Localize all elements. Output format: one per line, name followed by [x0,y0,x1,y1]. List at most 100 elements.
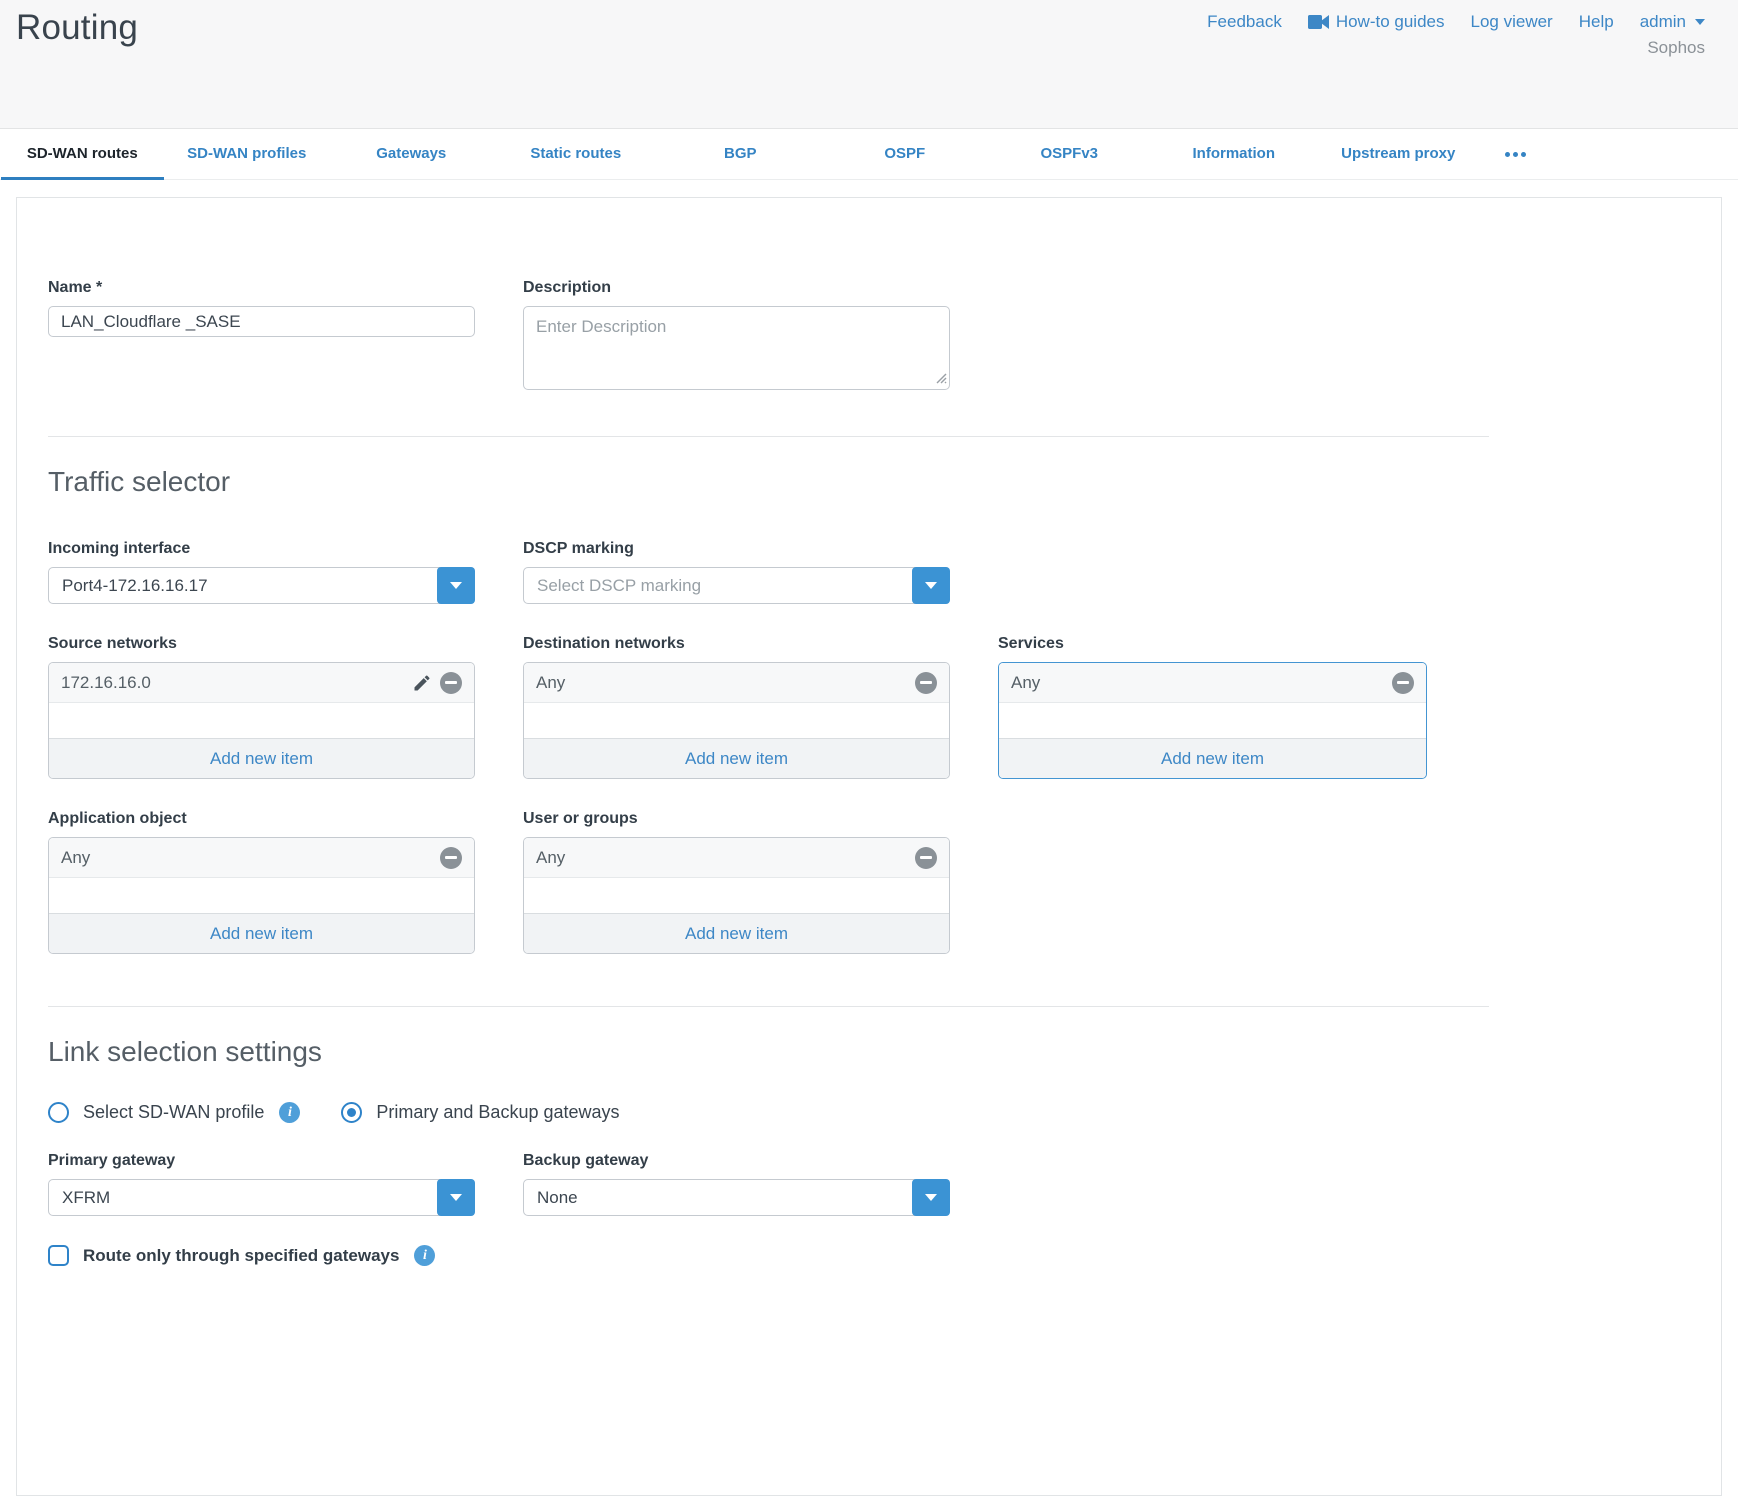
list-empty-area [524,703,949,738]
tab-static-routes[interactable]: Static routes [494,129,659,179]
application-object-box: Any Add new item [48,837,475,954]
list-item-label: Any [1011,673,1392,693]
list-empty-area [524,878,949,913]
help-label: Help [1579,12,1614,32]
admin-label: admin [1640,12,1686,32]
list-item: Any [49,838,474,878]
link-selection-heading: Link selection settings [48,1036,1690,1068]
more-dots-icon [1505,152,1510,157]
route-only-checkbox[interactable] [48,1245,69,1266]
chevron-down-icon [925,582,937,589]
top-nav: Feedback How-to guides Log viewer Help a… [1207,12,1705,32]
log-viewer-link[interactable]: Log viewer [1471,12,1553,32]
remove-icon[interactable] [915,847,937,869]
list-item: 172.16.16.0 [49,663,474,703]
sd-wan-route-form-panel: Name * Description Traffic selector Inco… [16,197,1722,1496]
chevron-down-icon [450,582,462,589]
primary-gateway-value: XFRM [49,1180,474,1215]
add-new-item-button[interactable]: Add new item [49,913,474,953]
services-label: Services [998,635,1427,653]
page-title: Routing [16,8,138,48]
traffic-selector-heading: Traffic selector [48,466,1690,498]
more-dots-icon [1521,152,1526,157]
name-input[interactable] [48,306,475,337]
dropdown-button[interactable] [912,1179,950,1216]
list-item-label: Any [536,848,915,868]
howto-guides-link[interactable]: How-to guides [1308,12,1445,32]
feedback-link[interactable]: Feedback [1207,12,1282,32]
remove-icon[interactable] [440,847,462,869]
tab-information[interactable]: Information [1152,129,1317,179]
tab-ospfv3[interactable]: OSPFv3 [987,129,1152,179]
dropdown-button[interactable] [437,567,475,604]
feedback-label: Feedback [1207,12,1282,32]
list-item: Any [999,663,1426,703]
radio-primary-backup-gateways[interactable] [341,1102,362,1123]
dscp-marking-placeholder: Select DSCP marking [524,568,949,603]
log-viewer-label: Log viewer [1471,12,1553,32]
chevron-down-icon [1695,19,1705,25]
list-empty-area [49,878,474,913]
description-label: Description [523,279,950,297]
list-item: Any [524,663,949,703]
tab-gateways[interactable]: Gateways [329,129,494,179]
top-header: Routing Feedback How-to guides Log viewe… [0,0,1738,128]
chevron-down-icon [450,1194,462,1201]
backup-gateway-select[interactable]: None [523,1179,950,1216]
application-object-label: Application object [48,810,475,828]
add-new-item-button[interactable]: Add new item [524,738,949,778]
list-item: Any [524,838,949,878]
radio-primary-backup-gateways-label: Primary and Backup gateways [376,1102,619,1123]
description-field-group: Description [523,279,950,395]
tab-bgp[interactable]: BGP [658,129,823,179]
primary-gateway-select[interactable]: XFRM [48,1179,475,1216]
tab-ospf[interactable]: OSPF [823,129,988,179]
add-new-item-button[interactable]: Add new item [524,913,949,953]
services-box: Any Add new item [998,662,1427,779]
remove-icon[interactable] [915,672,937,694]
incoming-interface-value: Port4-172.16.16.17 [49,568,474,603]
info-icon[interactable]: i [414,1245,435,1266]
dscp-marking-select[interactable]: Select DSCP marking [523,567,950,604]
radio-select-sd-wan-profile-label: Select SD-WAN profile [83,1102,264,1123]
source-networks-box: 172.16.16.0 Add new item [48,662,475,779]
incoming-interface-label: Incoming interface [48,540,475,558]
user-or-groups-box: Any Add new item [523,837,950,954]
radio-select-sd-wan-profile[interactable] [48,1102,69,1123]
more-dots-icon [1513,152,1518,157]
howto-guides-label: How-to guides [1336,12,1445,32]
list-empty-area [49,703,474,738]
source-networks-label: Source networks [48,635,475,653]
tab-upstream-proxy[interactable]: Upstream proxy [1316,129,1481,179]
user-or-groups-label: User or groups [523,810,950,828]
tab-sd-wan-profiles[interactable]: SD-WAN profiles [165,129,330,179]
primary-gateway-label: Primary gateway [48,1152,475,1170]
edit-icon[interactable] [412,673,432,693]
tabs-more-button[interactable] [1481,129,1551,179]
section-divider [48,436,1489,437]
add-new-item-button[interactable]: Add new item [999,738,1426,778]
route-only-checkbox-label: Route only through specified gateways [83,1246,399,1266]
tab-sd-wan-routes[interactable]: SD-WAN routes [0,129,165,179]
destination-networks-box: Any Add new item [523,662,950,779]
list-item-label: 172.16.16.0 [61,673,412,693]
dropdown-button[interactable] [437,1179,475,1216]
remove-icon[interactable] [1392,672,1414,694]
dropdown-button[interactable] [912,567,950,604]
add-new-item-button[interactable]: Add new item [49,738,474,778]
description-textarea[interactable] [523,306,950,390]
video-camera-icon [1308,15,1329,29]
help-link[interactable]: Help [1579,12,1614,32]
list-empty-area [999,703,1426,738]
remove-icon[interactable] [440,672,462,694]
tab-bar: SD-WAN routes SD-WAN profiles Gateways S… [0,128,1738,180]
destination-networks-label: Destination networks [523,635,950,653]
brand-label: Sophos [1647,38,1705,58]
dscp-marking-label: DSCP marking [523,540,950,558]
incoming-interface-select[interactable]: Port4-172.16.16.17 [48,567,475,604]
name-label: Name * [48,279,475,297]
list-item-label: Any [536,673,915,693]
backup-gateway-value: None [524,1180,949,1215]
admin-menu[interactable]: admin [1640,12,1705,32]
info-icon[interactable]: i [279,1102,300,1123]
